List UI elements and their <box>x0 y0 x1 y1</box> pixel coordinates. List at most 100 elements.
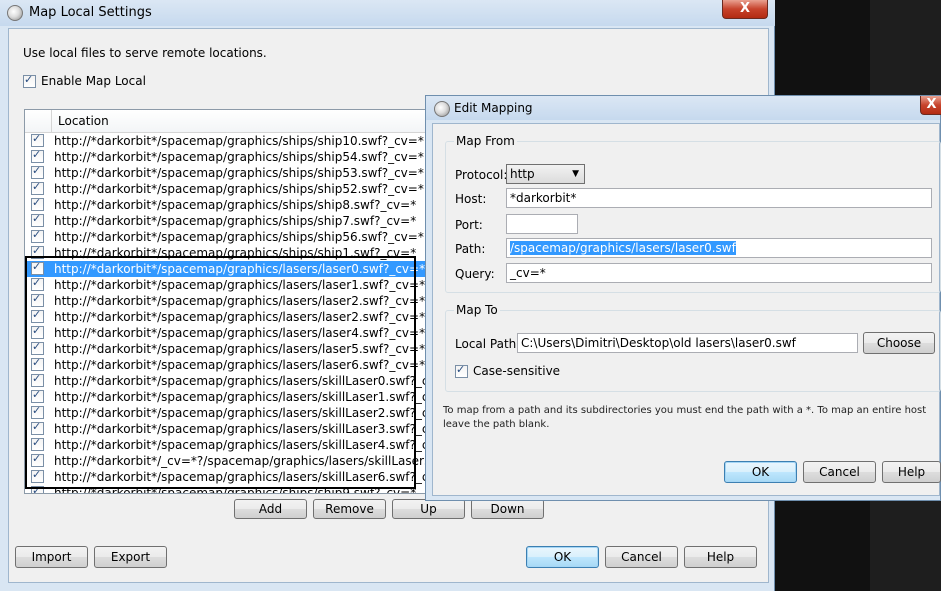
local-path-label: Local Path: <box>455 337 521 351</box>
row-location-text: http://*darkorbit*/spacemap/graphics/shi… <box>54 198 417 212</box>
local-path-input[interactable]: C:\Users\Dimitri\Desktop\old lasers\lase… <box>517 333 858 353</box>
row-checkbox[interactable] <box>31 468 44 483</box>
app-icon <box>7 5 23 21</box>
row-checkbox[interactable] <box>31 148 44 163</box>
path-value: /spacemap/graphics/lasers/laser0.swf <box>510 241 736 255</box>
dialog-title-bar[interactable]: Edit Mapping X <box>426 96 941 120</box>
dialog-ok-button[interactable]: OK <box>724 461 797 483</box>
cancel-button[interactable]: Cancel <box>605 546 678 568</box>
column-header-location[interactable]: Location <box>58 114 109 128</box>
row-checkbox[interactable] <box>31 420 44 435</box>
list-item[interactable]: http://*darkorbit*/spacemap/graphics/las… <box>25 324 427 341</box>
choose-button[interactable]: Choose <box>863 332 935 354</box>
list-item[interactable]: http://*darkorbit*/spacemap/graphics/las… <box>25 468 427 485</box>
enable-map-local[interactable]: Enable Map Local <box>23 73 146 88</box>
location-list[interactable]: Location http://*darkorbit*/spacemap/gra… <box>24 109 428 494</box>
list-item[interactable]: http://*darkorbit*/spacemap/graphics/shi… <box>25 485 427 494</box>
add-button[interactable]: Add <box>234 499 307 519</box>
row-checkbox[interactable] <box>31 164 44 179</box>
list-item[interactable]: http://*darkorbit*/spacemap/graphics/las… <box>25 372 428 389</box>
row-location-text: http://*darkorbit*/spacemap/graphics/shi… <box>54 214 417 228</box>
row-checkbox[interactable] <box>31 452 44 467</box>
row-location-text: http://*darkorbit*/spacemap/graphics/las… <box>54 390 428 404</box>
row-checkbox[interactable] <box>31 436 44 451</box>
ok-button[interactable]: OK <box>526 546 599 568</box>
list-item[interactable]: http://*darkorbit*/spacemap/graphics/las… <box>25 308 427 325</box>
row-checkbox[interactable] <box>31 260 44 275</box>
row-location-text: http://*darkorbit*/spacemap/graphics/las… <box>54 262 426 276</box>
row-checkbox[interactable] <box>31 388 44 403</box>
row-checkbox[interactable] <box>31 340 44 355</box>
row-checkbox[interactable] <box>31 485 44 493</box>
dialog-close-button[interactable]: X <box>920 96 941 115</box>
window-title: Map Local Settings <box>29 5 152 20</box>
protocol-label: Protocol: <box>455 168 508 182</box>
case-sensitive[interactable]: Case-sensitive <box>455 363 561 378</box>
dialog-help-button[interactable]: Help <box>882 461 941 483</box>
list-item[interactable]: http://*darkorbit*/spacemap/graphics/las… <box>25 340 427 357</box>
dialog-body: Map From Protocol: http ▼ Host: *darkorb… <box>432 123 941 496</box>
port-input[interactable] <box>506 214 578 234</box>
list-item[interactable]: http://*darkorbit*/spacemap/graphics/shi… <box>25 244 427 261</box>
path-label: Path: <box>455 242 486 256</box>
list-item[interactable]: http://*darkorbit*/spacemap/graphics/las… <box>25 276 427 293</box>
protocol-select[interactable]: http ▼ <box>506 164 585 184</box>
row-checkbox[interactable] <box>31 308 44 323</box>
port-label: Port: <box>455 218 483 232</box>
query-label: Query: <box>455 267 495 281</box>
row-checkbox[interactable] <box>31 132 44 147</box>
row-checkbox[interactable] <box>31 212 44 227</box>
list-item[interactable]: http://*darkorbit*/spacemap/graphics/shi… <box>25 180 427 197</box>
row-checkbox[interactable] <box>31 180 44 195</box>
row-checkbox[interactable] <box>31 404 44 419</box>
remove-button[interactable]: Remove <box>313 499 386 519</box>
row-checkbox[interactable] <box>31 356 44 371</box>
map-from-label: Map From <box>454 134 517 148</box>
row-location-text: http://*darkorbit*/spacemap/graphics/las… <box>54 374 428 388</box>
host-label: Host: <box>455 192 487 206</box>
enable-map-local-label: Enable Map Local <box>41 74 146 88</box>
up-button[interactable]: Up <box>392 499 465 519</box>
list-item[interactable]: http://*darkorbit*/spacemap/graphics/las… <box>25 436 428 453</box>
row-checkbox[interactable] <box>31 228 44 243</box>
row-checkbox[interactable] <box>31 276 44 291</box>
list-item[interactable]: http://*darkorbit*/spacemap/graphics/shi… <box>25 212 427 229</box>
host-input[interactable]: *darkorbit* <box>506 188 932 208</box>
export-button[interactable]: Export <box>94 546 167 568</box>
list-item[interactable]: http://*darkorbit*/spacemap/graphics/shi… <box>25 148 427 165</box>
query-input[interactable]: _cv=* <box>506 263 932 283</box>
list-item[interactable]: http://*darkorbit*/spacemap/graphics/shi… <box>25 132 427 149</box>
list-item[interactable]: http://*darkorbit*/spacemap/graphics/las… <box>25 292 427 309</box>
row-location-text: http://*darkorbit*/_cv=*?/spacemap/graph… <box>54 454 428 468</box>
list-item[interactable]: http://*darkorbit*/spacemap/graphics/shi… <box>25 196 427 213</box>
enable-map-local-checkbox[interactable] <box>23 73 36 88</box>
row-checkbox[interactable] <box>31 196 44 211</box>
list-item[interactable]: http://*darkorbit*/_cv=*?/spacemap/graph… <box>25 452 428 469</box>
list-item[interactable]: http://*darkorbit*/spacemap/graphics/shi… <box>25 228 427 245</box>
list-rows: http://*darkorbit*/spacemap/graphics/shi… <box>25 132 428 494</box>
list-item[interactable]: http://*darkorbit*/spacemap/graphics/shi… <box>25 164 427 181</box>
list-item[interactable]: http://*darkorbit*/spacemap/graphics/las… <box>25 356 427 373</box>
list-header: Location <box>25 110 427 133</box>
path-input[interactable]: /spacemap/graphics/lasers/laser0.swf <box>506 238 932 258</box>
case-sensitive-checkbox[interactable] <box>455 363 468 378</box>
list-item[interactable]: http://*darkorbit*/spacemap/graphics/las… <box>25 260 427 277</box>
case-sensitive-label: Case-sensitive <box>473 364 561 378</box>
hint-text: To map from a path and its subdirectorie… <box>443 405 927 430</box>
dialog-cancel-button[interactable]: Cancel <box>803 461 876 483</box>
row-location-text: http://*darkorbit*/spacemap/graphics/shi… <box>54 486 417 494</box>
row-checkbox[interactable] <box>31 324 44 339</box>
list-item[interactable]: http://*darkorbit*/spacemap/graphics/las… <box>25 404 427 421</box>
help-button[interactable]: Help <box>684 546 757 568</box>
row-checkbox[interactable] <box>31 372 44 387</box>
close-button[interactable]: X <box>722 0 768 19</box>
import-button[interactable]: Import <box>15 546 88 568</box>
row-checkbox[interactable] <box>31 292 44 307</box>
down-button[interactable]: Down <box>471 499 544 519</box>
row-location-text: http://*darkorbit*/spacemap/graphics/las… <box>54 438 428 452</box>
title-bar[interactable]: Map Local Settings X <box>0 0 775 26</box>
row-checkbox[interactable] <box>31 244 44 259</box>
list-item[interactable]: http://*darkorbit*/spacemap/graphics/las… <box>25 388 428 405</box>
row-location-text: http://*darkorbit*/spacemap/graphics/shi… <box>54 246 417 260</box>
list-item[interactable]: http://*darkorbit*/spacemap/graphics/las… <box>25 420 427 437</box>
